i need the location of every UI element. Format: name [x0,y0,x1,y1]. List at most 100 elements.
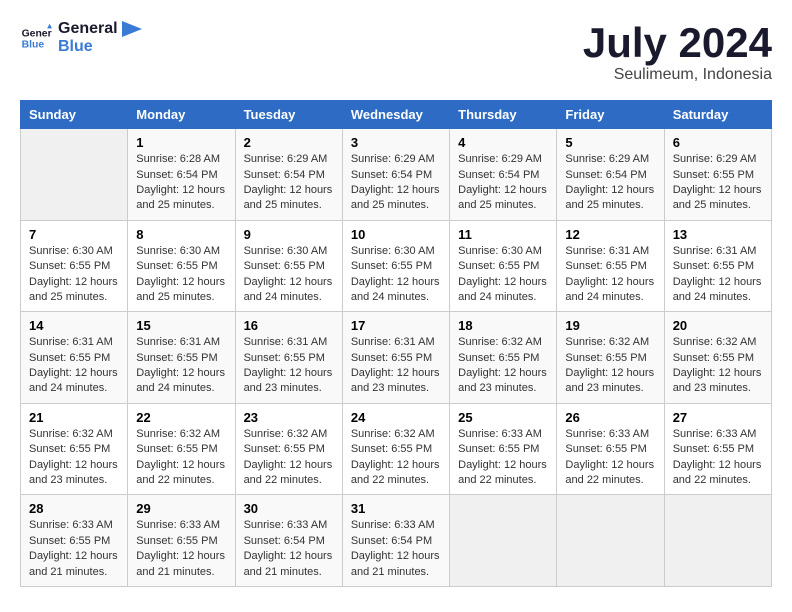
cell-info: and 24 minutes. [244,290,334,305]
calendar-cell: 2Sunrise: 6:29 AMSunset: 6:54 PMDaylight… [235,129,342,221]
cell-info: Sunset: 6:55 PM [458,259,548,274]
calendar-cell: 10Sunrise: 6:30 AMSunset: 6:55 PMDayligh… [342,220,449,312]
logo: General Blue General Blue [20,20,142,56]
column-header-wednesday: Wednesday [342,101,449,129]
calendar-cell: 28 Sunrise: 6:33 AMSunset: 6:55 PMDayligh… [21,495,128,587]
calendar-cell: 24Sunrise: 6:32 AMSunset: 6:55 PMDayligh… [342,403,449,495]
cell-info: Daylight: 12 hours [29,458,119,473]
day-number: 28 [29,501,119,516]
cell-info: Daylight: 12 hours [136,458,226,473]
cell-info: Daylight: 12 hours [136,549,226,564]
cell-info: Sunrise: 6:31 AM [351,335,441,350]
cell-info: Sunset: 6:55 PM [351,259,441,274]
cell-info: and 24 minutes. [136,381,226,396]
calendar-cell: 12 Sunrise: 6:31 AMSunset: 6:55 PMDayligh… [557,220,664,312]
cell-info: and 21 minutes. [29,565,119,580]
cell-info: Sunset: 6:55 PM [29,534,119,549]
cell-info: Sunset: 6:55 PM [458,351,548,366]
calendar-cell [21,129,128,221]
cell-info: Daylight: 12 hours [458,275,548,290]
day-number: 3 [351,135,441,150]
cell-info: Daylight: 12 hours [458,366,548,381]
calendar-cell: 30Sunrise: 6:33 AMSunset: 6:54 PMDayligh… [235,495,342,587]
calendar-cell: 17Sunrise: 6:31 AMSunset: 6:55 PMDayligh… [342,312,449,404]
column-header-sunday: Sunday [21,101,128,129]
cell-info: Sunset: 6:55 PM [136,351,226,366]
day-number: 8 [136,227,226,242]
cell-info: and 22 minutes. [565,473,655,488]
logo-line2: Blue [58,38,142,56]
day-number: 16 [244,318,334,333]
cell-info: Sunrise: 6:33 AM [351,518,441,533]
cell-info: Sunset: 6:55 PM [351,351,441,366]
title-area: July 2024 Seulimeum, Indonesia [583,20,772,84]
cell-info: Sunset: 6:55 PM [29,259,119,274]
cell-info: Sunrise: 6:29 AM [244,152,334,167]
cell-info: Daylight: 12 hours [565,183,655,198]
day-number: 5 [565,135,655,150]
cell-info: Sunrise: 6:31 AM [565,244,655,259]
cell-info: Sunrise: 6:32 AM [136,427,226,442]
day-number: 9 [244,227,334,242]
column-header-monday: Monday [128,101,235,129]
day-number: 31 [351,501,441,516]
cell-info: Sunrise: 6:33 AM [29,518,119,533]
cell-info: Sunset: 6:54 PM [244,534,334,549]
day-number: 2 [244,135,334,150]
calendar-cell [664,495,771,587]
cell-info: and 25 minutes. [565,198,655,213]
cell-info: Sunrise: 6:32 AM [673,335,763,350]
svg-text:General: General [22,28,52,39]
cell-info: Sunrise: 6:31 AM [244,335,334,350]
cell-info: Sunset: 6:55 PM [673,351,763,366]
cell-info: and 23 minutes. [29,473,119,488]
cell-info: Daylight: 12 hours [673,183,763,198]
day-number: 15 [136,318,226,333]
cell-info: Sunrise: 6:31 AM [29,335,119,350]
calendar-cell: 31Sunrise: 6:33 AMSunset: 6:54 PMDayligh… [342,495,449,587]
cell-info: and 22 minutes. [673,473,763,488]
cell-info: and 21 minutes. [351,565,441,580]
logo-line1: General [58,20,118,38]
calendar-cell: 9Sunrise: 6:30 AMSunset: 6:55 PMDaylight… [235,220,342,312]
cell-info: and 21 minutes. [136,565,226,580]
cell-info: and 24 minutes. [351,290,441,305]
day-number: 29 [136,501,226,516]
cell-info: Sunset: 6:54 PM [351,168,441,183]
page-header: General Blue General Blue July 2024 Seul… [20,20,772,84]
cell-info: Sunset: 6:55 PM [673,442,763,457]
day-number: 7 [29,227,119,242]
day-number: 10 [351,227,441,242]
cell-info: Sunrise: 6:29 AM [351,152,441,167]
cell-info: and 22 minutes. [244,473,334,488]
cell-info: Sunset: 6:55 PM [565,259,655,274]
cell-info: Sunrise: 6:33 AM [458,427,548,442]
cell-info: Sunset: 6:55 PM [244,351,334,366]
cell-info: and 21 minutes. [244,565,334,580]
cell-info: and 23 minutes. [565,381,655,396]
logo-arrow [122,21,142,37]
day-number: 23 [244,410,334,425]
cell-info: Sunset: 6:55 PM [673,259,763,274]
cell-info: Daylight: 12 hours [29,549,119,564]
cell-info: and 23 minutes. [244,381,334,396]
cell-info: Sunset: 6:55 PM [565,442,655,457]
day-number: 12 [565,227,655,242]
cell-info: Sunrise: 6:32 AM [458,335,548,350]
cell-info: Sunrise: 6:33 AM [136,518,226,533]
calendar-cell: 23Sunrise: 6:32 AMSunset: 6:55 PMDayligh… [235,403,342,495]
cell-info: and 23 minutes. [351,381,441,396]
cell-info: Daylight: 12 hours [565,458,655,473]
cell-info: Sunset: 6:55 PM [29,351,119,366]
day-number: 18 [458,318,548,333]
cell-info: Daylight: 12 hours [136,275,226,290]
calendar-cell: 25Sunrise: 6:33 AMSunset: 6:55 PMDayligh… [450,403,557,495]
cell-info: Daylight: 12 hours [565,275,655,290]
week-row-5: 28Sunrise: 6:33 AMSunset: 6:55 PMDayligh… [21,495,772,587]
cell-info: Sunrise: 6:32 AM [351,427,441,442]
column-header-saturday: Saturday [664,101,771,129]
cell-info: Daylight: 12 hours [458,458,548,473]
cell-info: and 25 minutes. [244,198,334,213]
cell-info: Sunrise: 6:30 AM [136,244,226,259]
cell-info: Sunrise: 6:31 AM [136,335,226,350]
